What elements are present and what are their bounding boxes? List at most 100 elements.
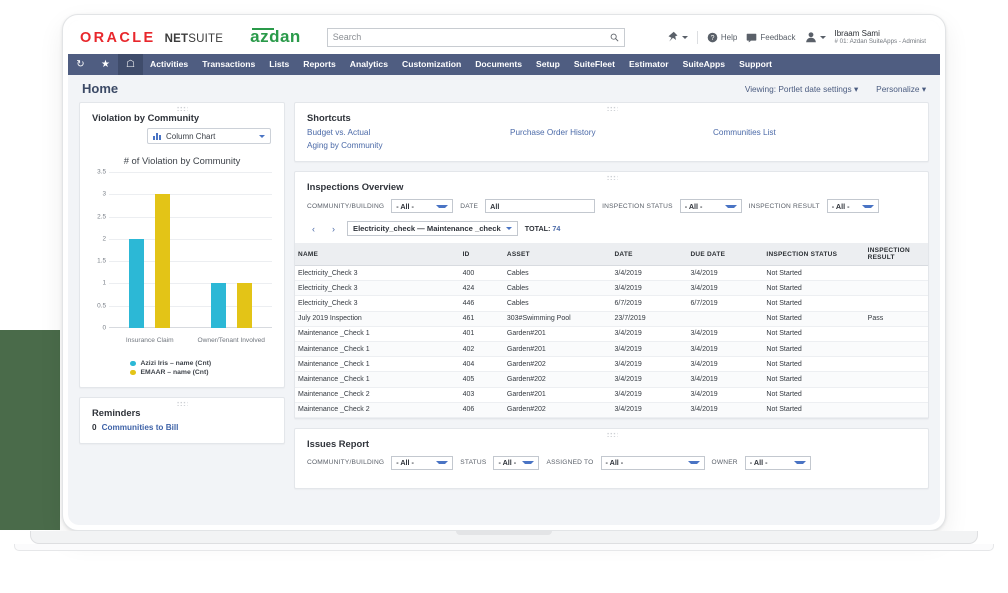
- nav-item-customization[interactable]: Customization: [395, 54, 468, 75]
- cell-name[interactable]: Maintenance _Check 2: [295, 402, 460, 417]
- drag-handle[interactable]: [177, 401, 188, 406]
- reminder-link[interactable]: Communities to Bill: [102, 423, 179, 432]
- filter-value: - All -: [396, 202, 414, 211]
- nav-item-analytics[interactable]: Analytics: [343, 54, 395, 75]
- feedback-link[interactable]: Feedback: [746, 32, 795, 43]
- shortcut-link-purchase-order-history[interactable]: Purchase Order History: [510, 128, 713, 137]
- column-header-inspection-result[interactable]: INSPECTION RESULT: [865, 243, 928, 266]
- column-header-inspection-status[interactable]: INSPECTION STATUS: [763, 243, 864, 266]
- nav-item-transactions[interactable]: Transactions: [195, 54, 262, 75]
- shortcut-link-budget-vs-actual[interactable]: Budget vs. Actual: [307, 128, 510, 137]
- drag-handle[interactable]: [177, 106, 188, 111]
- cell-name[interactable]: Maintenance _Check 1: [295, 326, 460, 341]
- nav-item-activities[interactable]: Activities: [143, 54, 195, 75]
- search-input[interactable]: [333, 32, 619, 42]
- table-row[interactable]: Maintenance _Check 1405Garden#2023/4/201…: [295, 372, 928, 387]
- cell-name[interactable]: Electricity_Check 3: [295, 296, 460, 311]
- drag-handle[interactable]: [606, 432, 617, 437]
- cell-name[interactable]: Electricity_Check 3: [295, 266, 460, 281]
- issues-filter-label: STATUS: [460, 459, 486, 466]
- app-header: ORACLE NETSUITE azdan: [68, 20, 940, 54]
- drag-handle[interactable]: [606, 175, 617, 180]
- pin-icon: [667, 31, 679, 43]
- cell-id[interactable]: 400: [460, 266, 504, 281]
- chart-type-select[interactable]: Column Chart: [147, 128, 271, 144]
- cell-name[interactable]: July 2019 Inspection: [295, 311, 460, 326]
- table-row[interactable]: Electricity_Check 3424Cables3/4/20193/4/…: [295, 281, 928, 296]
- issues-filter-owner[interactable]: - All -: [745, 456, 811, 470]
- y-axis-tick: 2.5: [86, 213, 106, 220]
- chart-bar-series-1[interactable]: [211, 283, 226, 328]
- nav-item-documents[interactable]: Documents: [468, 54, 529, 75]
- cell-id[interactable]: 401: [460, 326, 504, 341]
- table-row[interactable]: Maintenance _Check 1402Garden#2013/4/201…: [295, 341, 928, 356]
- chart-bar-series-2[interactable]: [155, 194, 170, 328]
- table-row[interactable]: Maintenance _Check 2403Garden#2013/4/201…: [295, 387, 928, 402]
- cell-id[interactable]: 402: [460, 341, 504, 356]
- reminder-item: 0 Communities to Bill: [80, 423, 284, 443]
- shortcut-link-communities-list[interactable]: Communities List: [713, 128, 916, 137]
- column-header-date[interactable]: DATE: [611, 243, 687, 266]
- user-menu[interactable]: [805, 31, 826, 43]
- help-link[interactable]: ? Help: [707, 32, 737, 43]
- cell-name[interactable]: Maintenance _Check 2: [295, 387, 460, 402]
- browser-viewport: ORACLE NETSUITE azdan: [68, 20, 940, 525]
- inspections-filter-date[interactable]: All: [485, 199, 595, 213]
- cell-id[interactable]: 446: [460, 296, 504, 311]
- total-count: TOTAL: 74: [525, 224, 561, 233]
- nav-item-lists[interactable]: Lists: [262, 54, 296, 75]
- inspections-filter-community-building[interactable]: - All -: [391, 199, 453, 213]
- shortcut-link-aging-by-community[interactable]: Aging by Community: [307, 141, 510, 150]
- inspections-filter-inspection-status[interactable]: - All -: [680, 199, 742, 213]
- cell-id[interactable]: 406: [460, 402, 504, 417]
- cell-name[interactable]: Maintenance _Check 1: [295, 341, 460, 356]
- table-row[interactable]: Electricity_Check 3400Cables3/4/20193/4/…: [295, 266, 928, 281]
- legend-item: Azizi Iris – name (Cnt): [130, 360, 211, 367]
- column-header-asset[interactable]: ASSET: [504, 243, 612, 266]
- table-row[interactable]: Maintenance _Check 2406Garden#2023/4/201…: [295, 402, 928, 417]
- shortcuts-portlet: Shortcuts Budget vs. ActualAging by Comm…: [294, 102, 929, 162]
- table-row[interactable]: Maintenance _Check 1404Garden#2023/4/201…: [295, 357, 928, 372]
- inspections-filter-inspection-result[interactable]: - All -: [827, 199, 879, 213]
- cell-name[interactable]: Electricity_Check 3: [295, 281, 460, 296]
- table-row[interactable]: Maintenance _Check 1401Garden#2013/4/201…: [295, 326, 928, 341]
- issues-filter-status[interactable]: - All -: [493, 456, 539, 470]
- issues-filter-assigned-to[interactable]: - All -: [601, 456, 705, 470]
- chart-bar-series-1[interactable]: [129, 239, 144, 328]
- recent-records-icon[interactable]: ↻: [68, 54, 93, 75]
- nav-item-estimator[interactable]: Estimator: [622, 54, 676, 75]
- quick-add-menu[interactable]: [667, 31, 688, 43]
- table-row[interactable]: Electricity_Check 3446Cables6/7/20196/7/…: [295, 296, 928, 311]
- nav-item-suiteapps[interactable]: SuiteApps: [676, 54, 733, 75]
- column-header-id[interactable]: ID: [460, 243, 504, 266]
- nav-item-suitefleet[interactable]: SuiteFleet: [567, 54, 622, 75]
- dashboard-column-left: Violation by Community Column Chart # of…: [79, 102, 285, 517]
- drag-handle[interactable]: [606, 106, 617, 111]
- header-utilities: ? Help Feedback: [667, 29, 928, 45]
- chart-bar-series-2[interactable]: [237, 283, 252, 328]
- column-header-due-date[interactable]: DUE DATE: [687, 243, 763, 266]
- azdan-logo: azdan: [250, 27, 301, 47]
- previous-page-button[interactable]: ‹: [307, 224, 320, 234]
- home-icon[interactable]: ☖: [118, 54, 143, 75]
- favorites-star-icon[interactable]: ★: [93, 54, 118, 75]
- cell-name[interactable]: Maintenance _Check 1: [295, 372, 460, 387]
- table-row[interactable]: July 2019 Inspection461303#Swimming Pool…: [295, 311, 928, 326]
- nav-item-reports[interactable]: Reports: [296, 54, 342, 75]
- cell-name[interactable]: Maintenance _Check 1: [295, 357, 460, 372]
- next-page-button[interactable]: ›: [327, 224, 340, 234]
- personalize-dropdown[interactable]: Personalize ▾: [876, 84, 926, 94]
- cell-id[interactable]: 405: [460, 372, 504, 387]
- range-select[interactable]: Electricity_check — Maintenance _check: [347, 221, 518, 236]
- nav-item-setup[interactable]: Setup: [529, 54, 567, 75]
- cell-id[interactable]: 424: [460, 281, 504, 296]
- cell-id[interactable]: 403: [460, 387, 504, 402]
- divider: [697, 31, 698, 44]
- cell-id[interactable]: 461: [460, 311, 504, 326]
- global-search[interactable]: [327, 28, 625, 47]
- nav-item-support[interactable]: Support: [732, 54, 779, 75]
- issues-filter-community-building[interactable]: - All -: [391, 456, 453, 470]
- cell-id[interactable]: 404: [460, 357, 504, 372]
- column-header-name[interactable]: NAME: [295, 243, 460, 266]
- viewing-settings-dropdown[interactable]: Viewing: Portlet date settings ▾: [745, 84, 858, 94]
